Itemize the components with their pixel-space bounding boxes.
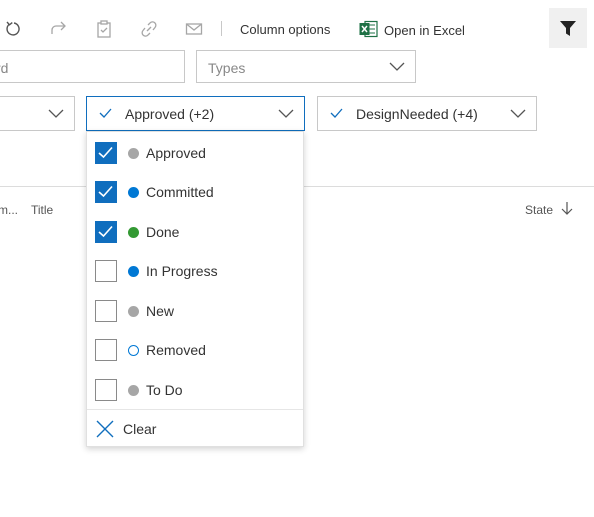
state-option-removed[interactable]: Removed bbox=[87, 331, 303, 369]
keyword-filter-text: rd bbox=[0, 60, 9, 76]
state-option-to-do[interactable]: To Do bbox=[87, 371, 303, 409]
menu-separator bbox=[87, 409, 303, 410]
excel-icon bbox=[359, 20, 378, 38]
option-label: New bbox=[146, 303, 175, 319]
types-placeholder: Types bbox=[208, 60, 246, 76]
column-header-title[interactable]: Title bbox=[31, 203, 53, 217]
checkbox[interactable] bbox=[95, 300, 117, 322]
option-label: Done bbox=[146, 224, 180, 240]
state-option-committed[interactable]: Committed bbox=[87, 173, 303, 211]
checkbox[interactable] bbox=[95, 181, 117, 203]
toolbar-separator bbox=[221, 21, 222, 36]
state-dot-icon bbox=[128, 266, 139, 277]
state-filter-label: Approved (+2) bbox=[125, 106, 215, 122]
types-filter-dropdown[interactable]: Types bbox=[196, 50, 416, 83]
state-option-new[interactable]: New bbox=[87, 292, 303, 330]
chevron-down-icon bbox=[510, 109, 526, 118]
checkbox[interactable] bbox=[95, 379, 117, 401]
chevron-down-icon bbox=[48, 109, 64, 118]
filter-icon bbox=[560, 21, 576, 36]
state-dot-icon bbox=[128, 385, 139, 396]
checkbox[interactable] bbox=[95, 260, 117, 282]
checkbox[interactable] bbox=[95, 142, 117, 164]
state-option-done[interactable]: Done bbox=[87, 213, 303, 251]
option-label: In Progress bbox=[146, 263, 218, 279]
redo-arrow-icon[interactable] bbox=[50, 20, 68, 38]
state-dot-icon bbox=[128, 227, 139, 238]
checkbox[interactable] bbox=[95, 339, 117, 361]
state-dot-icon bbox=[128, 306, 139, 317]
state-dot-icon bbox=[128, 148, 139, 159]
option-label: Removed bbox=[146, 342, 206, 358]
keyword-filter-input[interactable]: rd bbox=[0, 50, 185, 83]
option-label: Approved bbox=[146, 145, 206, 161]
column-header-state[interactable]: State bbox=[525, 203, 553, 217]
state-filter-menu: Approved Committed Done In Progress New … bbox=[86, 131, 304, 447]
filter-toggle-button[interactable] bbox=[549, 8, 587, 48]
email-icon[interactable] bbox=[185, 20, 203, 38]
option-label: Committed bbox=[146, 184, 214, 200]
refresh-icon[interactable] bbox=[5, 20, 23, 38]
column-header-truncated[interactable]: m... bbox=[0, 203, 18, 217]
checkbox[interactable] bbox=[95, 221, 117, 243]
clear-label: Clear bbox=[123, 421, 157, 437]
close-icon bbox=[96, 420, 114, 438]
column-options-button[interactable]: Column options bbox=[240, 22, 330, 37]
tags-filter-label: DesignNeeded (+4) bbox=[356, 106, 478, 122]
state-filter-dropdown[interactable]: Approved (+2) bbox=[86, 96, 305, 131]
checkmark-icon bbox=[330, 108, 343, 118]
clear-button[interactable]: Clear bbox=[87, 411, 303, 445]
tags-filter-dropdown[interactable]: DesignNeeded (+4) bbox=[317, 96, 537, 131]
link-icon[interactable] bbox=[140, 20, 158, 38]
state-dot-icon bbox=[128, 345, 139, 356]
state-dot-icon bbox=[128, 187, 139, 198]
chevron-down-icon bbox=[389, 62, 405, 71]
option-label: To Do bbox=[146, 382, 183, 398]
clipboard-icon[interactable] bbox=[95, 20, 113, 38]
sort-descending-icon bbox=[561, 202, 573, 215]
checkmark-icon bbox=[99, 108, 112, 118]
previous-filter-dropdown[interactable] bbox=[0, 96, 75, 131]
state-option-approved[interactable]: Approved bbox=[87, 134, 303, 172]
state-option-in-progress[interactable]: In Progress bbox=[87, 252, 303, 290]
open-in-excel-button[interactable]: Open in Excel bbox=[384, 23, 465, 38]
chevron-up-icon bbox=[278, 109, 294, 118]
